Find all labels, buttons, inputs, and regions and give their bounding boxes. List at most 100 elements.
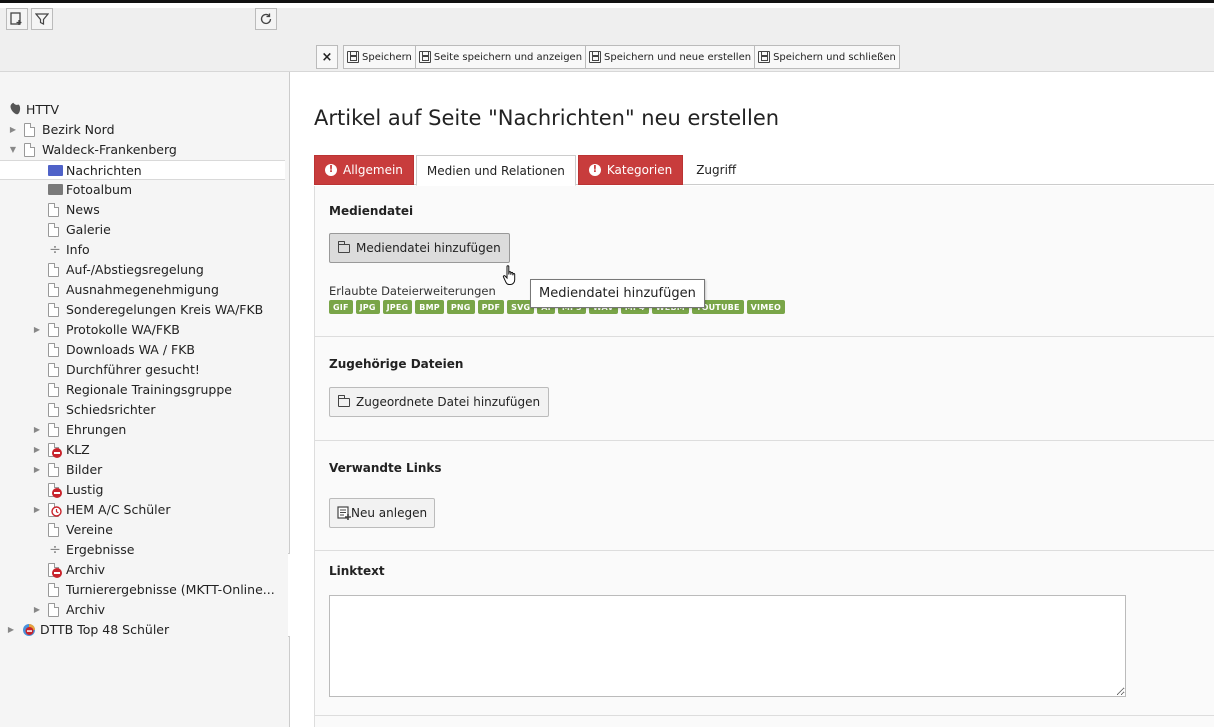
expand-toggle-icon[interactable]: ▶ bbox=[32, 500, 42, 520]
add-related-file-label: Zugeordnete Datei hinzufügen bbox=[356, 395, 541, 409]
tree-item-label: Protokolle WA/FKB bbox=[66, 322, 180, 337]
save-view-label: Seite speichern und anzeigen bbox=[433, 51, 583, 63]
tree-item-label: Auf-/Abstiegsregelung bbox=[66, 262, 204, 277]
expand-toggle-icon[interactable]: ▶ bbox=[32, 440, 42, 460]
tree-item-label: Lustig bbox=[66, 482, 104, 497]
tree-item[interactable]: Galerie bbox=[0, 220, 290, 240]
tree-item[interactable]: ▶ DTTB Top 48 Schüler bbox=[0, 620, 290, 640]
tree-item[interactable]: Sonderegelungen Kreis WA/FKB bbox=[0, 300, 290, 320]
tree-item-label: Vereine bbox=[66, 522, 113, 537]
tree-item-label: Sonderegelungen Kreis WA/FKB bbox=[66, 302, 264, 317]
extension-badge: VIMEO bbox=[746, 300, 786, 314]
tree-item[interactable]: ▶ Ehrungen bbox=[0, 420, 290, 440]
new-record-icon bbox=[337, 506, 351, 520]
tree-item[interactable]: Archiv bbox=[0, 560, 290, 580]
tree-item-label: HTTV bbox=[26, 102, 60, 117]
tree-item[interactable]: ÷ Ergebnisse bbox=[0, 540, 290, 560]
tree-item[interactable]: Durchführer gesucht! bbox=[0, 360, 290, 380]
expand-toggle-icon[interactable]: ▶ bbox=[8, 120, 18, 140]
save-close-label: Speichern und schließen bbox=[773, 51, 896, 63]
tree-item[interactable]: ▶ Bezirk Nord bbox=[0, 120, 290, 140]
tab-kategorien[interactable]: ! Kategorien bbox=[577, 155, 684, 185]
tree-item-label: News bbox=[66, 202, 100, 217]
new-link-button[interactable]: Neu anlegen bbox=[329, 498, 436, 528]
typo3-logo-icon bbox=[8, 102, 22, 116]
tree-item[interactable]: ▶ Protokolle WA/FKB bbox=[0, 320, 290, 340]
tree-item-label: DTTB Top 48 Schüler bbox=[40, 622, 170, 637]
expand-toggle-icon[interactable]: ▶ bbox=[32, 600, 42, 620]
tree-item-label: Regionale Trainingsgruppe bbox=[66, 382, 232, 397]
tree-item-label: Turnierergebnisse (MKTT-Online... bbox=[66, 582, 275, 597]
tree-item[interactable]: Fotoalbum bbox=[0, 180, 290, 200]
save-close-button[interactable]: Speichern und schließen bbox=[754, 45, 900, 69]
tree-item[interactable]: Regionale Trainingsgruppe bbox=[0, 380, 290, 400]
tree-item-label: Archiv bbox=[66, 602, 106, 617]
add-related-file-button[interactable]: Zugeordnete Datei hinzufügen bbox=[329, 387, 550, 417]
save-button[interactable]: Speichern bbox=[343, 45, 416, 69]
tab-medien-relationen[interactable]: Medien und Relationen bbox=[415, 155, 576, 186]
save-new-label: Speichern und neue erstellen bbox=[604, 51, 752, 63]
page-icon bbox=[48, 303, 62, 317]
tree-item-label: Ehrungen bbox=[66, 422, 127, 437]
doc-header: × Speichern Seite speichern und anzeigen… bbox=[290, 8, 1214, 72]
save-icon bbox=[347, 51, 359, 63]
tree-item-label: Ausnahmegenehmigung bbox=[66, 282, 219, 297]
tab-label: Zugriff bbox=[696, 163, 737, 177]
tree-item[interactable]: ÷ Info bbox=[0, 240, 290, 260]
main-content: × Speichern Seite speichern und anzeigen… bbox=[290, 8, 1214, 727]
hand-cursor-icon bbox=[502, 265, 516, 285]
tree-item-label: Fotoalbum bbox=[66, 182, 133, 197]
expand-toggle-icon[interactable]: ▶ bbox=[32, 320, 42, 340]
close-button[interactable]: × bbox=[316, 45, 338, 69]
form-area: Mediendatei Mediendatei hinzufügen Erlau… bbox=[314, 186, 1214, 727]
divider-icon: ÷ bbox=[49, 242, 61, 258]
tree-item[interactable]: Turnierergebnisse (MKTT-Online... bbox=[0, 580, 290, 600]
folder-icon bbox=[338, 240, 350, 253]
save-new-button[interactable]: Speichern und neue erstellen bbox=[585, 45, 756, 69]
tree-item[interactable]: Auf-/Abstiegsregelung bbox=[0, 260, 290, 280]
tree-item[interactable]: Schiedsrichter bbox=[0, 400, 290, 420]
tree-item[interactable]: Downloads WA / FKB bbox=[0, 340, 290, 360]
new-page-icon bbox=[10, 12, 22, 25]
tab-label: Kategorien bbox=[606, 163, 673, 177]
page-icon bbox=[48, 323, 62, 337]
tree-item[interactable]: Ausnahmegenehmigung bbox=[0, 280, 290, 300]
tree-item[interactable]: ▶ Bilder bbox=[0, 460, 290, 480]
linktext-textarea[interactable] bbox=[329, 595, 1126, 697]
add-media-button[interactable]: Mediendatei hinzufügen bbox=[329, 233, 510, 263]
refresh-button[interactable] bbox=[255, 8, 277, 30]
extension-badge: GIF bbox=[329, 300, 353, 314]
allowed-extensions-label: Erlaubte Dateierweiterungen bbox=[329, 284, 496, 298]
tree-item[interactable]: Nachrichten bbox=[0, 160, 285, 180]
tree-item[interactable]: ▶ KLZ bbox=[0, 440, 290, 460]
tree-item-root[interactable]: HTTV bbox=[0, 100, 290, 120]
page-icon bbox=[48, 363, 62, 377]
filter-button[interactable] bbox=[31, 8, 53, 30]
expand-toggle-icon[interactable]: ▶ bbox=[32, 460, 42, 480]
tab-allgemein[interactable]: ! Allgemein bbox=[314, 155, 414, 185]
tree-item[interactable]: News bbox=[0, 200, 290, 220]
save-view-button[interactable]: Seite speichern und anzeigen bbox=[414, 45, 587, 69]
page-tree-panel: HTTV ▶ Bezirk Nord ▼ Waldeck-Frankenberg Nac… bbox=[0, 8, 304, 727]
tree-item-label: Waldeck-Frankenberg bbox=[42, 142, 177, 157]
new-page-button[interactable] bbox=[6, 8, 28, 30]
tab-zugriff[interactable]: Zugriff bbox=[685, 155, 747, 185]
collapse-toggle-icon[interactable]: ▼ bbox=[8, 140, 18, 160]
tree-item[interactable]: Lustig bbox=[0, 480, 290, 500]
expand-toggle-icon[interactable]: ▶ bbox=[6, 620, 16, 640]
top-border bbox=[0, 0, 1214, 8]
expand-toggle-icon[interactable]: ▶ bbox=[32, 420, 42, 440]
extension-badge: PDF bbox=[477, 300, 505, 314]
save-label: Speichern bbox=[362, 51, 412, 63]
tree-item[interactable]: ▼ Waldeck-Frankenberg bbox=[0, 140, 290, 160]
tree-item-label: KLZ bbox=[66, 442, 90, 457]
page-icon bbox=[48, 603, 62, 617]
page-icon bbox=[48, 223, 62, 237]
extension-badge: BMP bbox=[415, 300, 444, 314]
tree-item[interactable]: Vereine bbox=[0, 520, 290, 540]
linktext-title: Linktext bbox=[329, 564, 385, 578]
folder-icon bbox=[338, 394, 350, 407]
folder-icon bbox=[48, 183, 63, 197]
tree-item[interactable]: ▶ HEM A/C Schüler bbox=[0, 500, 290, 520]
tree-item[interactable]: ▶ Archiv bbox=[0, 600, 290, 620]
